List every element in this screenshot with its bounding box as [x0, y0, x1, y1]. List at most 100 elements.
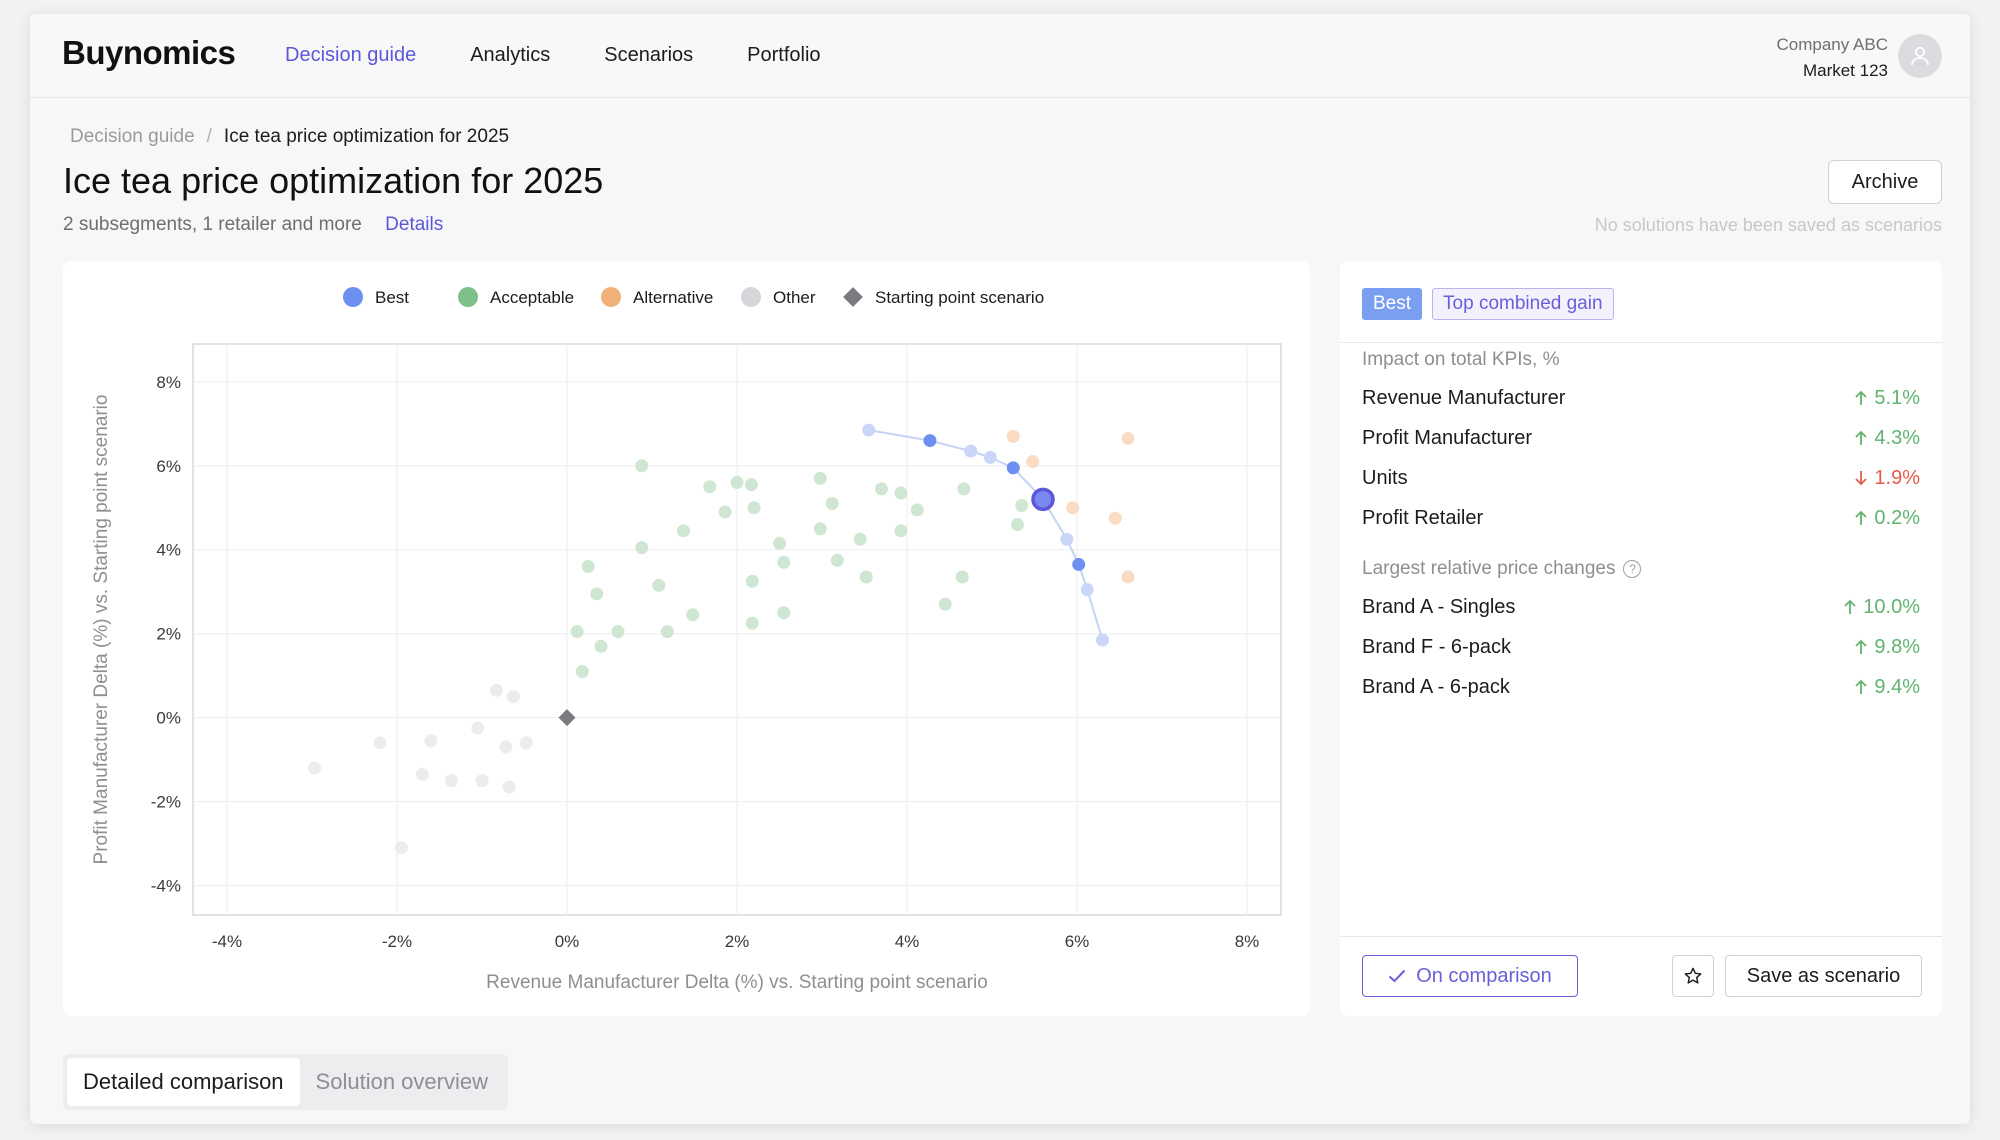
- acceptable-solution-point[interactable]: [635, 459, 649, 473]
- acceptable-solution-point[interactable]: [955, 570, 969, 584]
- acceptable-solution-point[interactable]: [894, 524, 908, 538]
- acceptable-solution-point[interactable]: [575, 664, 589, 678]
- acceptable-solution-point[interactable]: [813, 471, 827, 485]
- acceptable-solution-point[interactable]: [660, 625, 674, 639]
- acceptable-solution-point[interactable]: [718, 505, 732, 519]
- best-solution-point[interactable]: [983, 450, 997, 464]
- acceptable-solution-point[interactable]: [745, 616, 759, 630]
- tab-detailed-comparison[interactable]: Detailed comparison: [67, 1058, 300, 1106]
- acceptable-solution-point[interactable]: [859, 570, 873, 584]
- alternative-solution-point[interactable]: [1006, 429, 1020, 443]
- breadcrumb-root[interactable]: Decision guide: [70, 126, 195, 148]
- nav-decision-guide[interactable]: Decision guide: [285, 44, 416, 67]
- best-solution-point[interactable]: [1096, 633, 1109, 647]
- subtitle-text: 2 subsegments, 1 retailer and more: [63, 214, 362, 235]
- acceptable-solution-point[interactable]: [830, 553, 844, 567]
- price-change-row-name: Brand F - 6-pack: [1362, 635, 1511, 658]
- acceptable-solution-point[interactable]: [825, 497, 839, 511]
- account-info[interactable]: Company ABC Market 123: [1777, 32, 1889, 84]
- avatar[interactable]: [1898, 34, 1942, 78]
- details-link[interactable]: Details: [385, 214, 443, 235]
- other-solution-point[interactable]: [499, 740, 513, 754]
- archive-button[interactable]: Archive: [1828, 160, 1942, 204]
- acceptable-solution-point[interactable]: [635, 541, 649, 555]
- kpi-row-value: 5.1%: [1854, 387, 1920, 410]
- acceptable-solution-point[interactable]: [957, 482, 971, 496]
- favorite-button[interactable]: [1672, 955, 1714, 997]
- acceptable-solution-point[interactable]: [894, 486, 908, 500]
- other-solution-point[interactable]: [373, 736, 387, 750]
- acceptable-solution-point[interactable]: [777, 606, 791, 620]
- acceptable-solution-point[interactable]: [686, 608, 700, 622]
- selected-solution-point[interactable]: [1031, 487, 1055, 512]
- y-tick-label: -2%: [151, 793, 181, 812]
- top-gain-badge: Top combined gain: [1432, 288, 1614, 320]
- acceptable-solution-point[interactable]: [853, 532, 867, 546]
- alternative-solution-point[interactable]: [1121, 431, 1135, 445]
- acceptable-solution-point[interactable]: [745, 574, 759, 588]
- y-tick-label: 2%: [156, 625, 181, 644]
- acceptable-solution-point[interactable]: [777, 555, 791, 569]
- save-as-scenario-button[interactable]: Save as scenario: [1725, 955, 1922, 997]
- acceptable-solution-point[interactable]: [590, 587, 604, 601]
- on-comparison-button[interactable]: On comparison: [1362, 955, 1578, 997]
- nav-portfolio[interactable]: Portfolio: [747, 44, 820, 67]
- star-icon: [1684, 967, 1702, 984]
- acceptable-solution-point[interactable]: [773, 536, 786, 550]
- price-change-row-value: 10.0%: [1843, 596, 1920, 619]
- other-solution-point[interactable]: [475, 774, 489, 788]
- legend-label: Alternative: [633, 288, 713, 307]
- acceptable-solution-point[interactable]: [581, 560, 595, 574]
- app-window: Buynomics Decision guide Analytics Scena…: [30, 14, 1970, 1124]
- other-solution-point[interactable]: [416, 767, 429, 781]
- solution-detail-panel: Best Top combined gain Impact on total K…: [1340, 261, 1942, 1016]
- acceptable-solution-point[interactable]: [938, 597, 952, 611]
- other-solution-point[interactable]: [519, 736, 533, 750]
- x-tick-label: 0%: [555, 932, 580, 951]
- other-solution-point[interactable]: [424, 734, 438, 748]
- nav-scenarios[interactable]: Scenarios: [604, 44, 693, 67]
- alternative-solution-point[interactable]: [1121, 570, 1135, 584]
- acceptable-solution-point[interactable]: [652, 578, 666, 592]
- acceptable-solution-point[interactable]: [875, 482, 888, 496]
- alternative-solution-point[interactable]: [1108, 511, 1122, 525]
- other-solution-point[interactable]: [489, 683, 503, 697]
- y-axis-label: Profit Manufacturer Delta (%) vs. Starti…: [91, 395, 112, 865]
- acceptable-solution-point[interactable]: [1011, 518, 1024, 532]
- best-solution-point[interactable]: [964, 444, 978, 458]
- acceptable-solution-point[interactable]: [703, 480, 717, 494]
- acceptable-solution-point[interactable]: [744, 478, 758, 492]
- other-solution-point[interactable]: [308, 761, 322, 775]
- other-solution-point[interactable]: [444, 774, 458, 788]
- acceptable-solution-point[interactable]: [611, 625, 625, 639]
- best-solution-point[interactable]: [1060, 532, 1074, 546]
- market-name: Market 123: [1802, 61, 1888, 80]
- legend-dot-icon: [601, 287, 621, 307]
- other-solution-point[interactable]: [502, 780, 516, 794]
- best-solution-point[interactable]: [1072, 557, 1086, 571]
- help-icon[interactable]: ?: [1623, 560, 1642, 578]
- acceptable-solution-point[interactable]: [910, 503, 924, 517]
- best-solution-point[interactable]: [1080, 583, 1094, 597]
- best-solution-point[interactable]: [862, 423, 876, 437]
- app-logo[interactable]: Buynomics: [62, 34, 236, 72]
- acceptable-solution-point[interactable]: [676, 524, 690, 538]
- acceptable-solution-point[interactable]: [747, 501, 761, 515]
- acceptable-solution-point[interactable]: [570, 625, 584, 639]
- other-solution-point[interactable]: [506, 690, 520, 704]
- best-solution-point[interactable]: [1006, 461, 1020, 475]
- nav-analytics[interactable]: Analytics: [470, 44, 550, 67]
- company-name: Company ABC: [1776, 35, 1889, 54]
- other-solution-point[interactable]: [394, 841, 408, 855]
- acceptable-solution-point[interactable]: [1015, 499, 1029, 513]
- kpi-row-value: 1.9%: [1854, 467, 1920, 490]
- acceptable-solution-point[interactable]: [730, 476, 744, 490]
- kpi-row-value-text: 0.2%: [1874, 506, 1920, 529]
- alternative-solution-point[interactable]: [1066, 501, 1080, 515]
- tab-solution-overview[interactable]: Solution overview: [300, 1058, 504, 1106]
- other-solution-point[interactable]: [471, 721, 485, 735]
- alternative-solution-point[interactable]: [1026, 455, 1040, 469]
- acceptable-solution-point[interactable]: [594, 639, 608, 653]
- best-solution-point[interactable]: [923, 434, 937, 448]
- acceptable-solution-point[interactable]: [813, 522, 827, 536]
